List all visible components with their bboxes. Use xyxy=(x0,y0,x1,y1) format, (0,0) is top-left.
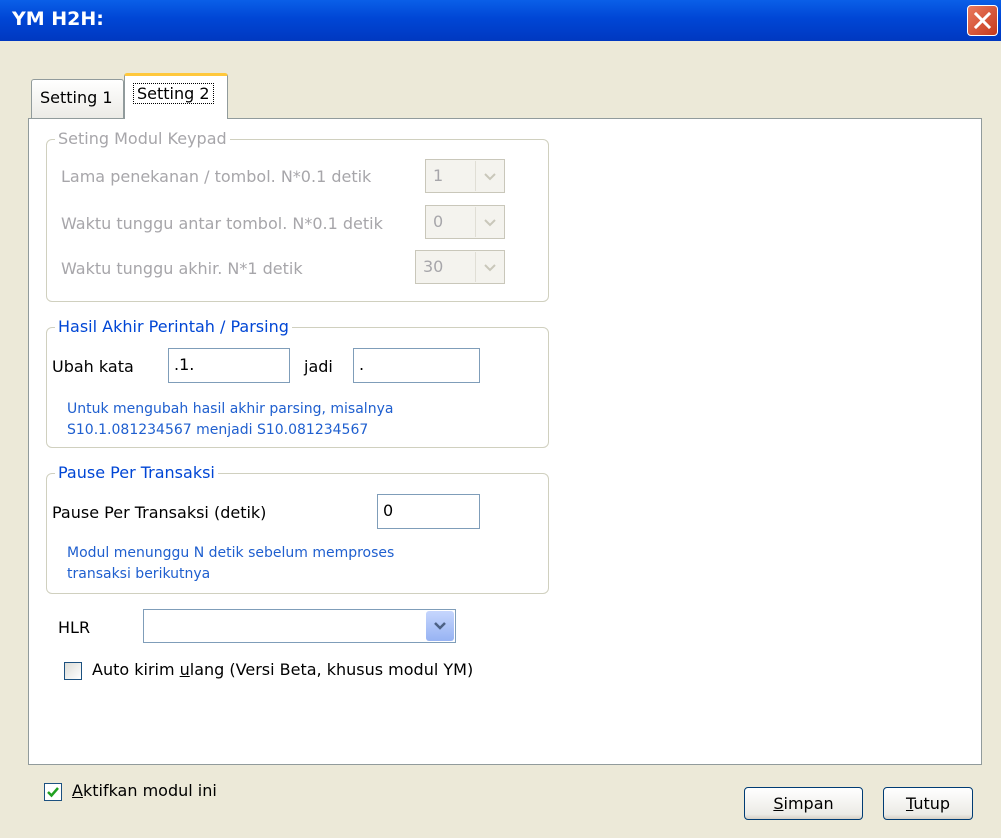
label-access-key: u xyxy=(179,660,190,679)
keypad-combo-2: 0 xyxy=(425,205,505,239)
note-line: transaksi berikutnya xyxy=(67,566,211,582)
aktifkan-label: Aktifkan modul ini xyxy=(72,781,217,800)
jadi-input[interactable]: . xyxy=(353,348,480,383)
auto-kirim-label: Auto kirim ulang (Versi Beta, khusus mod… xyxy=(92,660,473,679)
ubah-kata-input[interactable]: .1. xyxy=(168,348,290,383)
note-line: Untuk mengubah hasil akhir parsing, misa… xyxy=(67,401,394,417)
button-access-key: S xyxy=(773,794,784,813)
note-line: S10.1.081234567 menjadi S10.081234567 xyxy=(67,422,369,438)
tab-label: Setting 2 xyxy=(133,83,214,104)
pause-note: Modul menunggu N detik sebelum memproses… xyxy=(67,543,394,585)
dialog-window: YM H2H: Setting 1 Setting 2 Seting Modul… xyxy=(0,0,1001,838)
parsing-note: Untuk mengubah hasil akhir parsing, misa… xyxy=(67,399,393,441)
label-access-key: A xyxy=(72,781,83,800)
jadi-label: jadi xyxy=(304,357,333,376)
tutup-button[interactable]: Tutup xyxy=(883,787,973,820)
aktifkan-checkbox[interactable] xyxy=(44,783,62,801)
note-line: Modul menunggu N detik sebelum memproses xyxy=(67,545,395,561)
checkmark-icon xyxy=(47,787,59,798)
keypad-combo-3: 30 xyxy=(415,250,505,284)
label-part: Auto kirim xyxy=(92,660,180,679)
button-label: impan xyxy=(783,794,834,813)
tab-setting-2[interactable]: Setting 2 xyxy=(124,73,228,119)
label-part: ktifkan modul ini xyxy=(82,781,217,800)
hlr-select[interactable] xyxy=(143,609,456,643)
window-title: YM H2H: xyxy=(12,8,104,30)
tab-setting-1[interactable]: Setting 1 xyxy=(31,79,124,118)
keypad-label-1: Lama penekanan / tombol. N*0.1 detik xyxy=(61,167,372,186)
tab-label: Setting 1 xyxy=(40,88,113,107)
pause-input[interactable]: 0 xyxy=(377,494,480,529)
keypad-label-3: Waktu tunggu akhir. N*1 detik xyxy=(61,259,303,278)
group-legend: Seting Modul Keypad xyxy=(55,129,230,148)
pause-label: Pause Per Transaksi (detik) xyxy=(52,503,267,522)
combo-value: 0 xyxy=(433,212,444,231)
combo-value: 1 xyxy=(433,166,444,185)
close-button[interactable] xyxy=(967,5,998,36)
auto-kirim-checkbox[interactable] xyxy=(64,662,82,680)
button-label: utup xyxy=(913,794,951,813)
keypad-combo-1: 1 xyxy=(425,159,505,193)
chevron-down-icon xyxy=(475,252,503,282)
chevron-down-icon xyxy=(475,161,503,191)
close-icon xyxy=(973,11,992,30)
simpan-button[interactable]: Simpan xyxy=(744,787,863,820)
chevron-down-icon xyxy=(475,207,503,237)
keypad-label-2: Waktu tunggu antar tombol. N*0.1 detik xyxy=(61,214,383,233)
label-part: lang (Versi Beta, khusus modul YM) xyxy=(189,660,474,679)
chevron-down-icon[interactable] xyxy=(426,611,454,641)
tab-panel: Seting Modul Keypad Lama penekanan / tom… xyxy=(28,118,982,765)
combo-value: 30 xyxy=(423,257,444,276)
title-bar: YM H2H: xyxy=(0,0,1001,41)
hlr-label: HLR xyxy=(58,618,91,637)
group-legend: Pause Per Transaksi xyxy=(55,463,218,482)
ubah-kata-label: Ubah kata xyxy=(52,357,134,376)
group-legend: Hasil Akhir Perintah / Parsing xyxy=(55,317,292,336)
